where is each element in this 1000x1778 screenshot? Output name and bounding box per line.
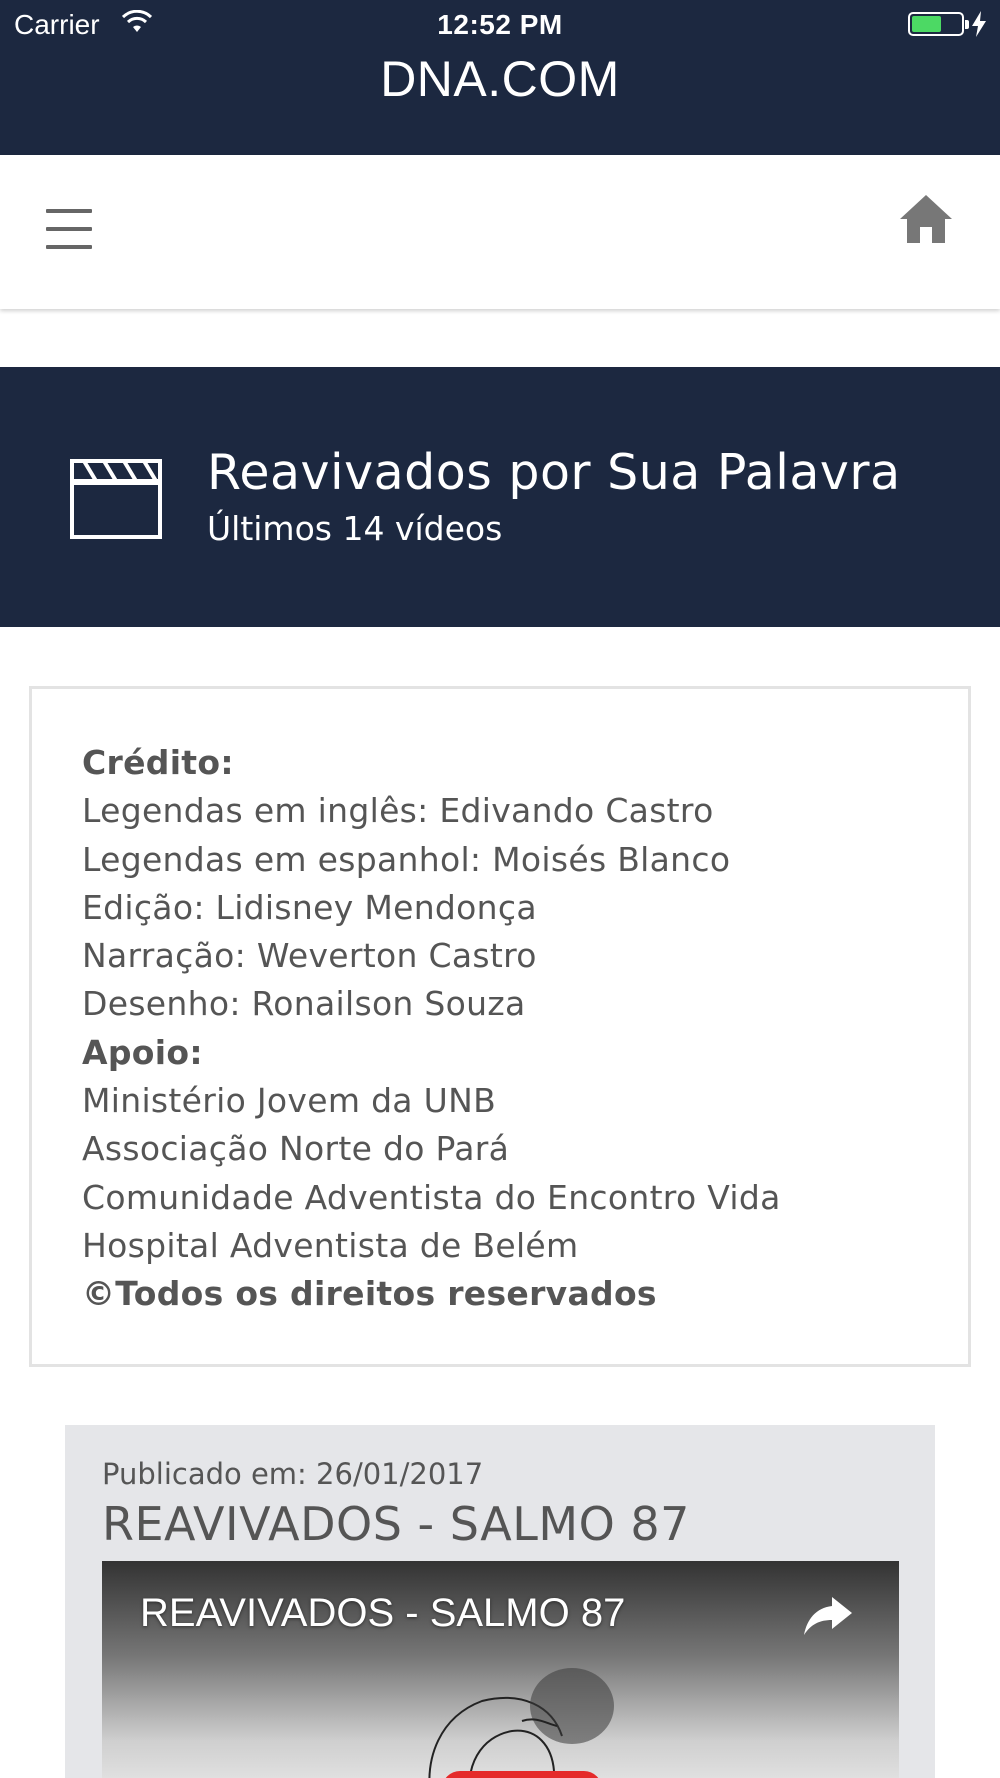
support-line: Associação Norte do Pará xyxy=(82,1129,510,1169)
credit-line: Desenho: Ronailson Souza xyxy=(82,984,526,1024)
battery-icon xyxy=(908,12,969,36)
copyright-notice: ©Todos os direitos reservados xyxy=(82,1274,657,1314)
support-line: Ministério Jovem da UNB xyxy=(82,1081,497,1121)
clapperboard-icon xyxy=(70,459,162,539)
credit-line: Legendas em inglês: Edivando Castro xyxy=(82,791,714,831)
video-thumbnail-illustration xyxy=(428,1668,614,1778)
video-title[interactable]: REAVIVADOS - SALMO 87 xyxy=(102,1497,690,1551)
player-title: REAVIVADOS - SALMO 87 xyxy=(140,1591,626,1635)
toolbar xyxy=(0,155,1000,309)
clock-label: 12:52 PM xyxy=(437,9,563,40)
category-banner: Reavivados por Sua Palavra Últimos 14 ví… xyxy=(0,367,1000,627)
credits-list: Crédito: Legendas em inglês: Edivando Ca… xyxy=(82,739,781,1319)
share-icon[interactable] xyxy=(802,1593,854,1637)
support-heading: Apoio: xyxy=(82,1032,203,1072)
app-title: DNA.COM xyxy=(380,51,620,107)
play-button-icon[interactable] xyxy=(442,1771,602,1778)
banner-subtitle: Últimos 14 vídeos xyxy=(207,509,503,548)
credits-heading: Crédito: xyxy=(82,743,234,782)
video-player[interactable]: REAVIVADOS - SALMO 87 xyxy=(102,1561,899,1778)
published-date: Publicado em: 26/01/2017 xyxy=(102,1457,484,1491)
credit-line: Edição: Lidisney Mendonça xyxy=(82,887,537,927)
charging-icon xyxy=(972,11,986,37)
support-line: Comunidade Adventista do Encontro Vida xyxy=(82,1177,781,1217)
hamburger-menu-icon[interactable] xyxy=(46,209,94,249)
support-line: Hospital Adventista de Belém xyxy=(82,1225,579,1265)
credit-line: Legendas em espanhol: Moisés Blanco xyxy=(82,839,731,879)
credit-line: Narração: Weverton Castro xyxy=(82,936,537,976)
banner-title: Reavivados por Sua Palavra xyxy=(207,444,901,501)
app-header: DNA.COM xyxy=(0,48,1000,155)
video-card: Publicado em: 26/01/2017 REAVIVADOS - SA… xyxy=(65,1425,935,1778)
status-bar: Carrier 12:52 PM xyxy=(0,0,1000,48)
home-icon[interactable] xyxy=(898,193,954,245)
credits-box: Crédito: Legendas em inglês: Edivando Ca… xyxy=(29,686,971,1367)
